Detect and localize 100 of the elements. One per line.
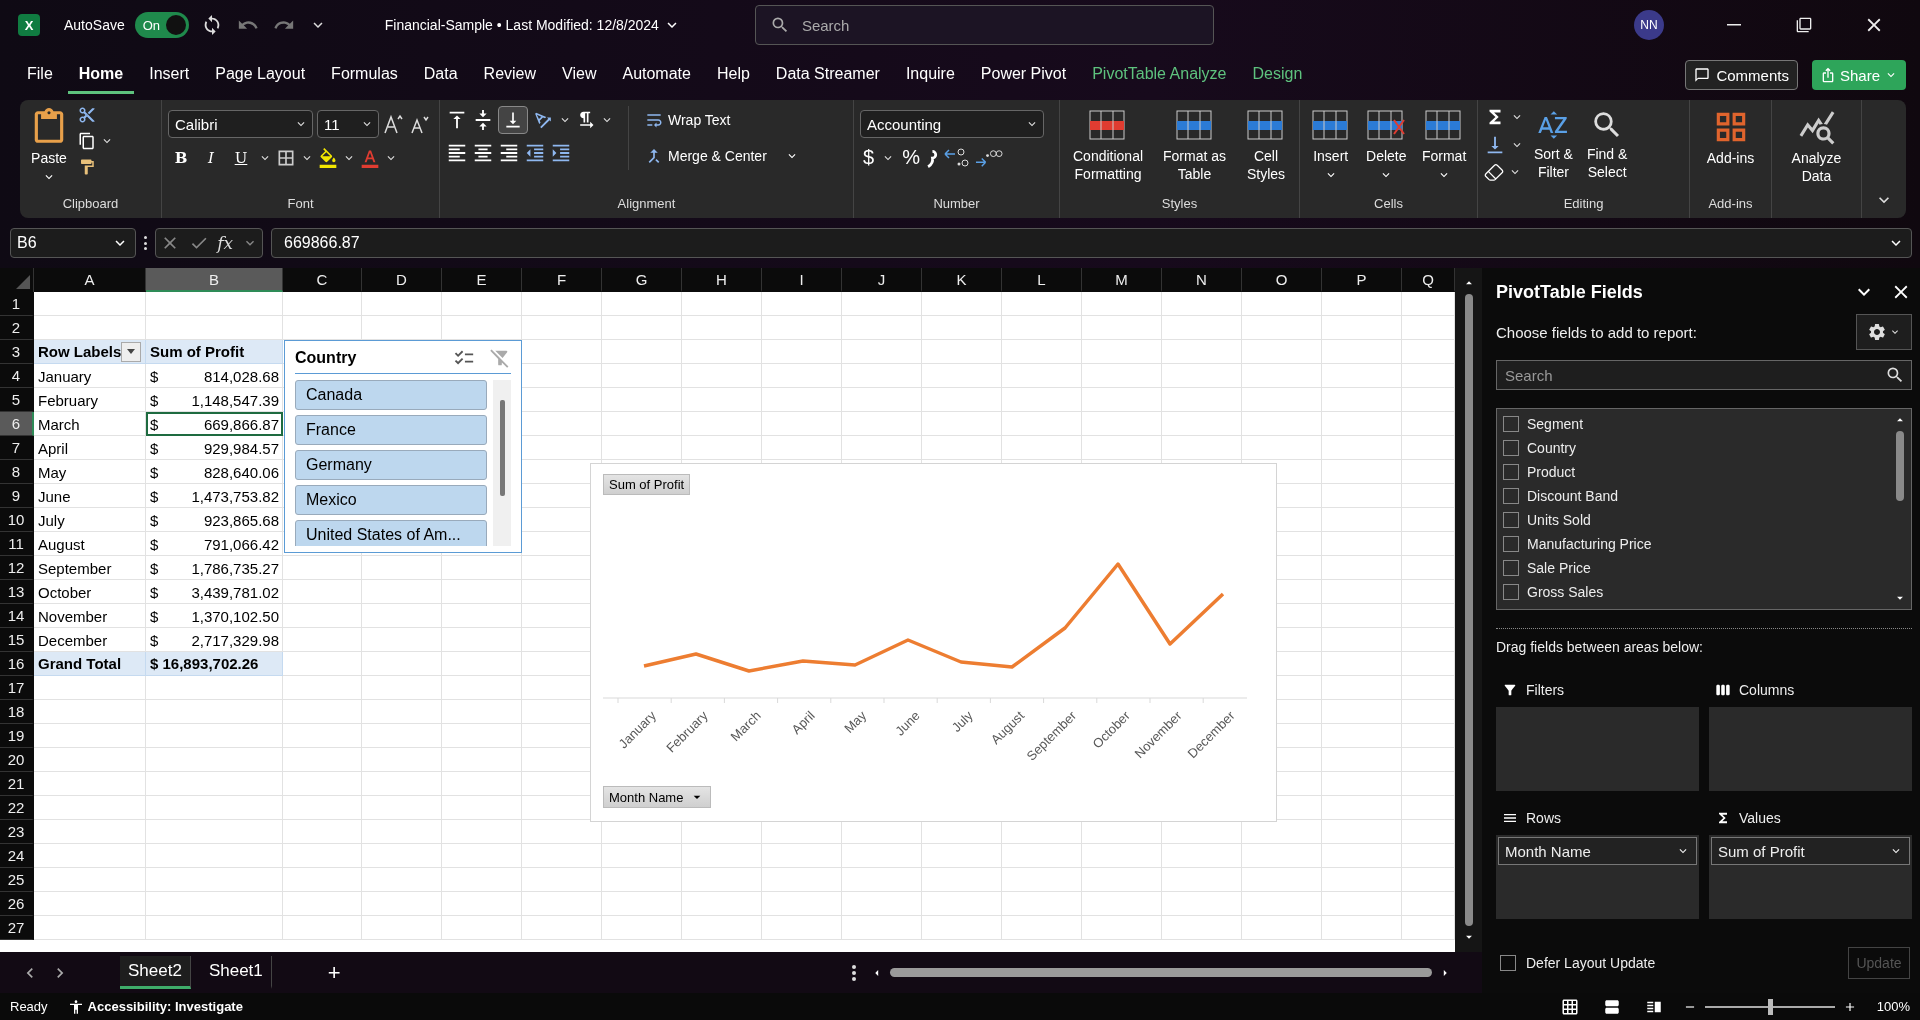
bottom-align-button[interactable] (498, 106, 528, 134)
column-header[interactable]: A (34, 268, 146, 292)
cells-button[interactable]: Delete (1362, 106, 1411, 184)
merge-center-button[interactable]: Merge & Center (639, 142, 804, 170)
percent-button[interactable]: % (899, 146, 923, 169)
value-field-button[interactable]: Sum of Profit (603, 474, 691, 495)
column-header[interactable]: B (146, 268, 283, 292)
scroll-thumb[interactable] (890, 968, 1432, 977)
filter-dropdown[interactable] (121, 341, 141, 362)
wrap-text-button[interactable]: Wrap Text (639, 106, 804, 134)
table-cell[interactable]: $ 814,028.68 (146, 364, 283, 388)
currency-button[interactable]: $ (860, 146, 878, 169)
defer-checkbox[interactable] (1500, 955, 1516, 971)
column-header[interactable]: M (1082, 268, 1162, 292)
comments-button[interactable]: Comments (1685, 60, 1798, 90)
decrease-decimal-icon[interactable] (974, 147, 1003, 168)
field-checkbox[interactable] (1503, 464, 1519, 480)
search-field[interactable]: Search (754, 5, 1214, 45)
borders-icon[interactable] (276, 148, 296, 168)
select-all-button[interactable] (0, 268, 34, 292)
italic-button[interactable]: I (198, 148, 224, 168)
grow-font-icon[interactable] (383, 113, 405, 135)
menu-tab[interactable]: Help (705, 56, 761, 94)
row-header[interactable]: 26 (0, 892, 34, 916)
slicer-item[interactable]: Mexico (295, 485, 487, 515)
formula-field[interactable]: 669866.87 (271, 228, 1912, 258)
row-header[interactable]: 18 (0, 700, 34, 724)
slicer-item[interactable]: France (295, 415, 487, 445)
row-header[interactable]: 23 (0, 820, 34, 844)
row-header[interactable]: 1 (0, 292, 34, 316)
row-header[interactable]: 24 (0, 844, 34, 868)
table-cell[interactable]: $ 669,866.87 (146, 412, 283, 436)
menu-tab[interactable]: Data Streamer (764, 56, 891, 94)
row-header[interactable]: 16 (0, 652, 34, 676)
row-header[interactable]: 19 (0, 724, 34, 748)
field-checkbox[interactable] (1503, 584, 1519, 600)
field-checkbox[interactable] (1503, 512, 1519, 528)
paste-button[interactable]: Paste (26, 106, 72, 186)
row-header[interactable]: 13 (0, 580, 34, 604)
row-header[interactable]: 25 (0, 868, 34, 892)
name-box[interactable]: B6 (10, 228, 136, 258)
row-header[interactable]: 21 (0, 772, 34, 796)
cut-icon[interactable] (78, 106, 96, 124)
menu-tab[interactable]: View (551, 56, 608, 94)
bold-button[interactable]: B (168, 148, 194, 168)
field-checkbox[interactable] (1503, 416, 1519, 432)
row-header[interactable]: 8 (0, 460, 34, 484)
axis-field-button[interactable]: Month Name (603, 786, 712, 808)
cells-button[interactable]: Format (1417, 106, 1471, 184)
scroll-thumb[interactable] (1896, 431, 1904, 501)
table-cell[interactable]: $ 791,066.42 (146, 532, 283, 556)
addins-button[interactable]: Add-ins (1702, 106, 1759, 169)
align-left-icon[interactable] (446, 142, 468, 164)
scroll-thumb[interactable] (499, 400, 505, 496)
area-field[interactable]: Month Name (1498, 837, 1697, 865)
column-header[interactable]: J (842, 268, 922, 292)
sheet-tab[interactable]: Sheet2 (120, 956, 191, 989)
styles-button[interactable]: Format as Table (1159, 106, 1231, 185)
row-header[interactable]: 2 (0, 316, 34, 340)
editing-button[interactable]: Find & Select (1582, 106, 1632, 183)
analyze-data-button[interactable]: Analyze Data (1787, 106, 1846, 187)
editing-button[interactable]: Sort & Filter (1530, 106, 1577, 183)
table-cell[interactable]: $ 929,984.57 (146, 436, 283, 460)
row-header[interactable]: 10 (0, 508, 34, 532)
slicer-item[interactable]: Canada (295, 380, 487, 410)
zoom-level[interactable]: 100% (1876, 999, 1910, 1014)
row-header[interactable]: 4 (0, 364, 34, 388)
table-cell[interactable]: $ 923,865.68 (146, 508, 283, 532)
insert-function-button[interactable]: fx (217, 233, 234, 253)
settings-button[interactable] (1856, 314, 1912, 350)
menu-tab[interactable]: Insert (138, 56, 201, 94)
menu-tab[interactable]: Design (1241, 56, 1314, 94)
row-header[interactable]: 6 (0, 412, 34, 436)
menu-tab[interactable]: Review (472, 56, 548, 94)
accessibility-status[interactable]: Accessibility: Investigate (87, 999, 243, 1014)
row-header[interactable]: 12 (0, 556, 34, 580)
page-layout-icon[interactable] (1602, 997, 1621, 1016)
row-header[interactable]: 11 (0, 532, 34, 556)
column-header[interactable]: I (762, 268, 842, 292)
row-header[interactable]: 5 (0, 388, 34, 412)
column-header[interactable]: K (922, 268, 1002, 292)
font-size-field[interactable]: 11 (317, 110, 379, 138)
user-avatar[interactable]: NN (1634, 10, 1664, 40)
table-cell[interactable]: $ 1,786,735.27 (146, 556, 283, 580)
menu-tab[interactable]: Page Layout (204, 56, 317, 94)
decrease-indent-icon[interactable] (524, 142, 546, 164)
table-cell[interactable]: $ 1,473,753.82 (146, 484, 283, 508)
sheet-tab[interactable]: Sheet1 (200, 956, 272, 989)
scroll-thumb[interactable] (1464, 294, 1473, 926)
column-header[interactable]: L (1002, 268, 1082, 292)
number-format-field[interactable]: Accounting (860, 110, 1044, 138)
align-right-icon[interactable] (498, 142, 520, 164)
row-header[interactable]: 3 (0, 340, 34, 364)
cells-button[interactable]: Insert (1306, 106, 1355, 184)
column-header[interactable]: F (522, 268, 602, 292)
menu-tab[interactable]: PivotTable Analyze (1081, 56, 1238, 94)
slicer-item[interactable]: Germany (295, 450, 487, 480)
menu-tab[interactable]: File (16, 56, 64, 94)
column-header[interactable]: P (1322, 268, 1402, 292)
column-header[interactable]: N (1162, 268, 1242, 292)
